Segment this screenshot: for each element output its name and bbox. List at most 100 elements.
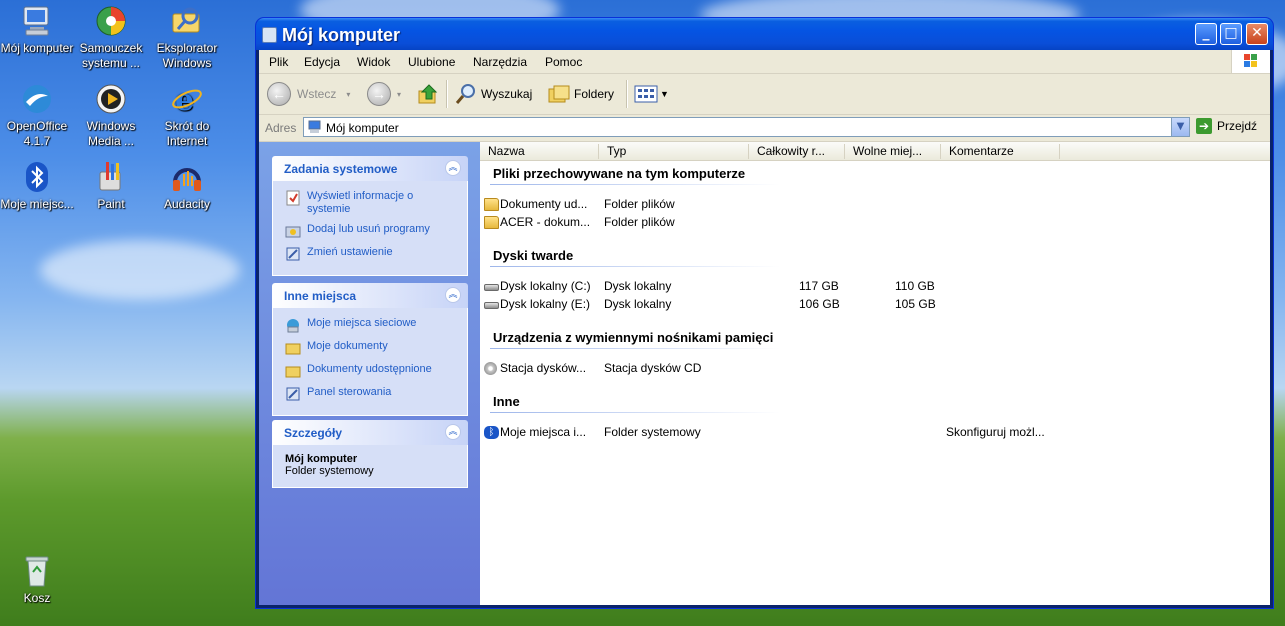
- openoffice-icon: [20, 82, 54, 116]
- go-button[interactable]: ➔ Przejdź: [1196, 118, 1257, 134]
- desktop-icon-openoffice[interactable]: OpenOffice 4.1.7: [0, 82, 74, 149]
- other-places-header[interactable]: Inne miejsca ︽: [272, 283, 468, 308]
- column-headers: Nazwa Typ Całkowity r... Wolne miej... K…: [480, 142, 1270, 161]
- list-item[interactable]: Dokumenty ud... Folder plików: [484, 197, 1064, 213]
- item-total-size: 117 GB: [799, 279, 839, 293]
- group-divider: [490, 266, 780, 267]
- column-free-space[interactable]: Wolne miej...: [845, 144, 941, 159]
- column-name[interactable]: Nazwa: [480, 144, 599, 159]
- item-name: Stacja dysków...: [500, 361, 587, 375]
- address-dropdown-icon[interactable]: ▼: [1171, 118, 1189, 136]
- list-item[interactable]: Dysk lokalny (E:) Dysk lokalny 106 GB 10…: [484, 297, 1064, 313]
- close-button[interactable]: ✕: [1246, 23, 1268, 45]
- details-name: Mój komputer: [285, 453, 358, 465]
- column-type[interactable]: Typ: [599, 144, 749, 159]
- audacity-icon: [170, 160, 204, 194]
- group-divider: [490, 184, 780, 185]
- group-divider: [490, 348, 780, 349]
- desktop-icon-recycle-bin[interactable]: Kosz: [0, 554, 74, 606]
- forward-button[interactable]: → ▾: [367, 82, 401, 106]
- views-button[interactable]: ▼: [634, 82, 669, 106]
- tutorial-icon: [94, 4, 128, 38]
- system-tasks-header[interactable]: Zadania systemowe ︽: [272, 156, 468, 181]
- desktop-icon-label: Audacity: [163, 197, 211, 211]
- place-network[interactable]: Moje miejsca sieciowe: [285, 317, 459, 333]
- list-item[interactable]: Stacja dysków... Stacja dysków CD: [484, 361, 1064, 377]
- menu-tools[interactable]: Narzędzia: [473, 55, 527, 69]
- menu-favorites[interactable]: Ulubione: [408, 55, 455, 69]
- svg-text:e: e: [175, 83, 194, 116]
- desktop-icon-paint[interactable]: Paint: [74, 160, 148, 212]
- up-folder-icon: [418, 84, 438, 104]
- item-total-size: 106 GB: [799, 297, 840, 311]
- minimize-button[interactable]: _: [1195, 23, 1217, 45]
- address-label: Adres: [265, 121, 297, 135]
- menu-view[interactable]: Widok: [357, 55, 390, 69]
- menu-help[interactable]: Pomoc: [545, 55, 582, 69]
- task-view-system-info[interactable]: Wyświetl informacje o systemie: [285, 190, 459, 216]
- address-value: Mój komputer: [326, 121, 399, 135]
- list-item[interactable]: ACER - dokum... Folder plików: [484, 215, 1064, 231]
- item-type: Dysk lokalny: [604, 297, 672, 311]
- task-add-remove-programs[interactable]: Dodaj lub usuń programy: [285, 223, 459, 239]
- maximize-button[interactable]: □: [1220, 23, 1242, 45]
- toolbar-separator: [446, 80, 448, 108]
- views-icon: [634, 85, 658, 103]
- task-change-setting[interactable]: Zmień ustawienie: [285, 246, 459, 262]
- cloud: [40, 240, 240, 300]
- forward-dropdown-icon[interactable]: ▾: [397, 90, 401, 99]
- up-folder-button[interactable]: [417, 82, 439, 106]
- desktop-icon-label: Eksplorator Windows: [156, 41, 218, 70]
- hard-drive-icon: [484, 302, 499, 309]
- menu-edit[interactable]: Edycja: [304, 55, 340, 69]
- cd-drive-icon: [484, 362, 497, 375]
- title-bar[interactable]: Mój komputer _ □ ✕: [256, 18, 1273, 50]
- group-header: Pliki przechowywane na tym komputerze: [493, 166, 746, 181]
- item-type: Dysk lokalny: [604, 279, 672, 293]
- search-icon: [455, 84, 475, 104]
- views-dropdown-icon: ▼: [660, 89, 669, 99]
- list-item[interactable]: ᛒ Moje miejsca i... Folder systemowy Sko…: [484, 425, 1064, 441]
- system-tasks-panel: Zadania systemowe ︽ Wyświetl informacje …: [272, 156, 468, 276]
- collapse-chevron-icon[interactable]: ︽: [445, 424, 461, 440]
- desktop-icon-internet-explorer[interactable]: e Skrót do Internet: [150, 82, 224, 149]
- place-my-documents[interactable]: Moje dokumenty: [285, 340, 459, 356]
- network-places-icon: [287, 319, 299, 333]
- item-type: Folder plików: [604, 215, 675, 229]
- search-button[interactable]: Wyszukaj: [454, 82, 532, 106]
- desktop-icon-media-player[interactable]: Windows Media ...: [74, 82, 148, 149]
- add-remove-programs-icon: [285, 226, 301, 238]
- item-name: ACER - dokum...: [500, 215, 591, 229]
- desktop-icon-label: Mój komputer: [0, 41, 74, 55]
- media-player-icon: [94, 82, 128, 116]
- menu-bar: Plik Edycja Widok Ulubione Narzędzia Pom…: [259, 50, 1270, 74]
- address-input[interactable]: Mój komputer ▼: [303, 117, 1190, 137]
- forward-arrow-icon: →: [367, 82, 391, 106]
- search-label: Wyszukaj: [481, 87, 533, 101]
- toolbar-separator: [626, 80, 628, 108]
- column-total-size[interactable]: Całkowity r...: [749, 144, 845, 159]
- list-item[interactable]: Dysk lokalny (C:) Dysk lokalny 117 GB 11…: [484, 279, 1064, 295]
- item-type: Stacja dysków CD: [604, 361, 702, 375]
- internet-explorer-icon: e: [170, 82, 204, 118]
- desktop-icon-tutorial[interactable]: Samouczek systemu ...: [74, 4, 148, 71]
- collapse-chevron-icon[interactable]: ︽: [445, 160, 461, 176]
- back-button[interactable]: ← Wstecz ▾: [267, 82, 350, 106]
- desktop-icon-bluetooth[interactable]: Moje miejsc...: [0, 160, 74, 212]
- back-dropdown-icon[interactable]: ▾: [346, 90, 350, 99]
- column-comments[interactable]: Komentarze: [941, 144, 1060, 159]
- menu-file[interactable]: Plik: [269, 55, 288, 69]
- details-title: Szczegóły: [284, 426, 343, 440]
- recycle-bin-icon: [20, 554, 54, 588]
- folders-button[interactable]: Foldery: [547, 82, 614, 106]
- desktop-icon-explorer[interactable]: Eksplorator Windows: [150, 4, 224, 71]
- place-control-panel[interactable]: Panel sterowania: [285, 386, 459, 402]
- file-list: Nazwa Typ Całkowity r... Wolne miej... K…: [480, 142, 1270, 605]
- place-shared-documents[interactable]: Dokumenty udostępnione: [285, 363, 459, 379]
- item-type: Folder systemowy: [604, 425, 701, 439]
- explorer-icon: [170, 4, 204, 38]
- desktop-icon-audacity[interactable]: Audacity: [150, 160, 224, 212]
- desktop-icon-my-computer[interactable]: Mój komputer: [0, 4, 74, 56]
- collapse-chevron-icon[interactable]: ︽: [445, 287, 461, 303]
- details-header[interactable]: Szczegóły ︽: [272, 420, 468, 445]
